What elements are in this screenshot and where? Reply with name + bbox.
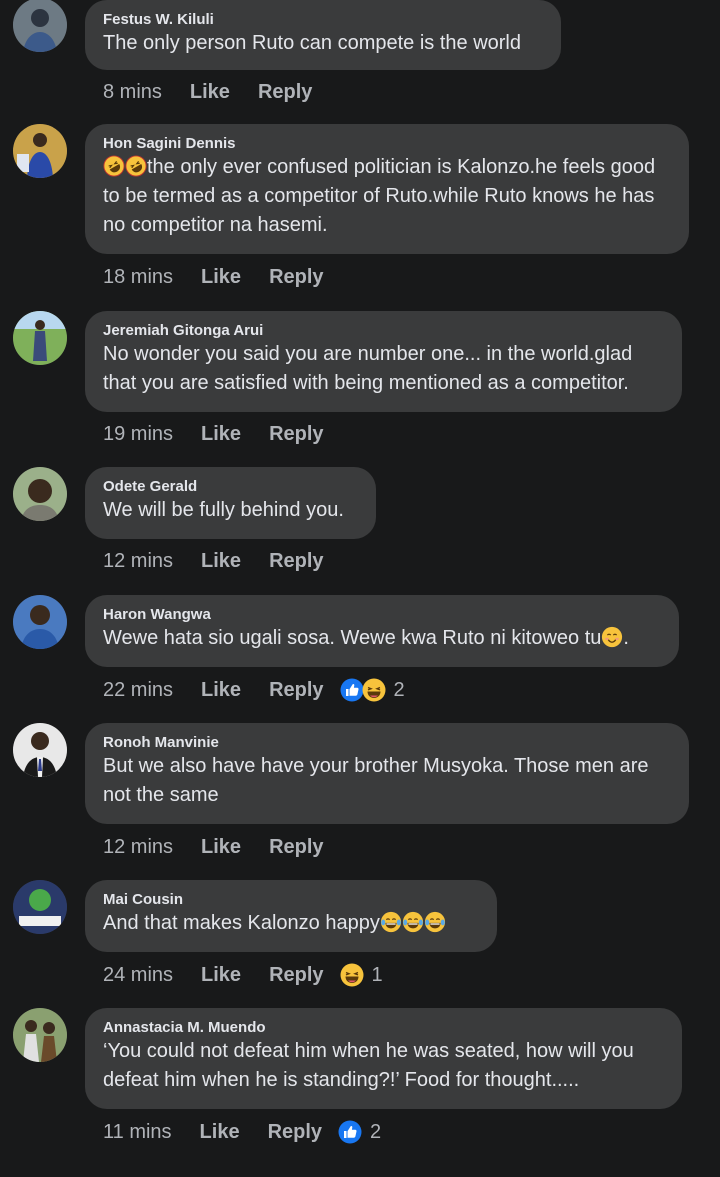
reply-button[interactable]: Reply xyxy=(269,265,323,289)
comment-actions: 24 mins Like Reply 1 xyxy=(103,963,383,987)
comment-text: the only ever confused politician is Kal… xyxy=(103,153,671,240)
comment-bubble: Mai Cousin And that makes Kalonzo happy xyxy=(85,880,497,952)
tears-of-joy-emoji-icon xyxy=(380,911,402,933)
avatar[interactable] xyxy=(13,311,67,365)
comment-actions: 11 mins Like Reply 2 xyxy=(103,1120,381,1144)
comment-text-body: And that makes Kalonzo happy xyxy=(103,912,380,934)
comment-actions: 12 mins Like Reply xyxy=(103,549,352,573)
reaction-summary[interactable]: 1 xyxy=(340,963,383,987)
like-button[interactable]: Like xyxy=(201,549,241,573)
like-button[interactable]: Like xyxy=(190,80,230,104)
comment-text-end: . xyxy=(623,627,629,649)
comment-actions: 19 mins Like Reply xyxy=(103,422,352,446)
comment-actions: 8 mins Like Reply xyxy=(103,80,340,104)
comment-timestamp[interactable]: 22 mins xyxy=(103,678,173,702)
rofl-emoji-icon xyxy=(103,155,125,177)
avatar[interactable] xyxy=(13,124,67,178)
like-button[interactable]: Like xyxy=(201,265,241,289)
like-button[interactable]: Like xyxy=(201,963,241,987)
thumbs-up-icon xyxy=(340,678,364,702)
reply-button[interactable]: Reply xyxy=(269,963,323,987)
comment-actions: 22 mins Like Reply 2 xyxy=(103,678,405,702)
reaction-count: 2 xyxy=(370,1121,382,1143)
comment-timestamp[interactable]: 19 mins xyxy=(103,422,173,446)
reaction-count: 1 xyxy=(371,964,383,986)
avatar[interactable] xyxy=(13,0,67,52)
reply-button[interactable]: Reply xyxy=(269,549,323,573)
reaction-summary[interactable]: 2 xyxy=(338,1120,381,1144)
comment-author[interactable]: Ronoh Manvinie xyxy=(103,733,671,752)
reaction-count: 2 xyxy=(393,679,405,701)
comment-author[interactable]: Haron Wangwa xyxy=(103,605,661,624)
avatar[interactable] xyxy=(13,880,67,934)
comment-bubble: Jeremiah Gitonga Arui No wonder you said… xyxy=(85,311,682,412)
reaction-summary[interactable]: 2 xyxy=(340,678,405,702)
laughing-face-icon xyxy=(340,963,364,987)
comment-text-body: Wewe hata sio ugali sosa. Wewe kwa Ruto … xyxy=(103,627,602,649)
smiling-face-emoji-icon xyxy=(601,626,623,648)
comment-actions: 18 mins Like Reply xyxy=(103,265,352,289)
comment-timestamp[interactable]: 12 mins xyxy=(103,549,173,573)
comment-timestamp[interactable]: 12 mins xyxy=(103,835,173,859)
comment-text: And that makes Kalonzo happy xyxy=(103,909,479,938)
like-button[interactable]: Like xyxy=(200,1120,240,1144)
like-button[interactable]: Like xyxy=(201,678,241,702)
comment-author[interactable]: Odete Gerald xyxy=(103,477,358,496)
avatar[interactable] xyxy=(13,595,67,649)
tears-of-joy-emoji-icon xyxy=(402,911,424,933)
like-button[interactable]: Like xyxy=(201,422,241,446)
laughing-face-icon xyxy=(362,678,386,702)
comment-author[interactable]: Jeremiah Gitonga Arui xyxy=(103,321,664,340)
comment-author[interactable]: Hon Sagini Dennis xyxy=(103,134,671,153)
like-button[interactable]: Like xyxy=(201,835,241,859)
comment-author[interactable]: Festus W. Kiluli xyxy=(103,10,543,29)
comment-author[interactable]: Mai Cousin xyxy=(103,890,479,909)
comment-bubble: Ronoh Manvinie But we also have have you… xyxy=(85,723,689,824)
comment-text: We will be fully behind you. xyxy=(103,499,344,521)
reply-button[interactable]: Reply xyxy=(269,678,323,702)
comment-bubble: Hon Sagini Dennis the only ever confused… xyxy=(85,124,689,254)
comment-bubble: Odete Gerald We will be fully behind you… xyxy=(85,467,376,539)
avatar[interactable] xyxy=(13,1008,67,1062)
comment-actions: 12 mins Like Reply xyxy=(103,835,352,859)
comment-timestamp[interactable]: 11 mins xyxy=(103,1120,172,1144)
comment-text: The only person Ruto can compete is the … xyxy=(103,32,521,54)
avatar[interactable] xyxy=(13,467,67,521)
thumbs-up-icon xyxy=(338,1120,362,1144)
avatar[interactable] xyxy=(13,723,67,777)
tears-of-joy-emoji-icon xyxy=(424,911,446,933)
reply-button[interactable]: Reply xyxy=(269,835,323,859)
comment-text: Wewe hata sio ugali sosa. Wewe kwa Ruto … xyxy=(103,624,661,653)
comment-bubble: Festus W. Kiluli The only person Ruto ca… xyxy=(85,0,561,70)
reply-button[interactable]: Reply xyxy=(258,80,312,104)
comment-text: ‘You could not defeat him when he was se… xyxy=(103,1040,634,1091)
comment-timestamp[interactable]: 18 mins xyxy=(103,265,173,289)
reply-button[interactable]: Reply xyxy=(268,1120,322,1144)
comment-timestamp[interactable]: 8 mins xyxy=(103,80,162,104)
comment-bubble: Haron Wangwa Wewe hata sio ugali sosa. W… xyxy=(85,595,679,667)
comment-bubble: Annastacia M. Muendo ‘You could not defe… xyxy=(85,1008,682,1109)
reply-button[interactable]: Reply xyxy=(269,422,323,446)
comment-author[interactable]: Annastacia M. Muendo xyxy=(103,1018,664,1037)
comment-text: But we also have have your brother Musyo… xyxy=(103,755,649,806)
comment-text: No wonder you said you are number one...… xyxy=(103,343,633,394)
comment-timestamp[interactable]: 24 mins xyxy=(103,963,173,987)
rofl-emoji-icon xyxy=(125,155,147,177)
comment-text-body: the only ever confused politician is Kal… xyxy=(103,156,656,236)
